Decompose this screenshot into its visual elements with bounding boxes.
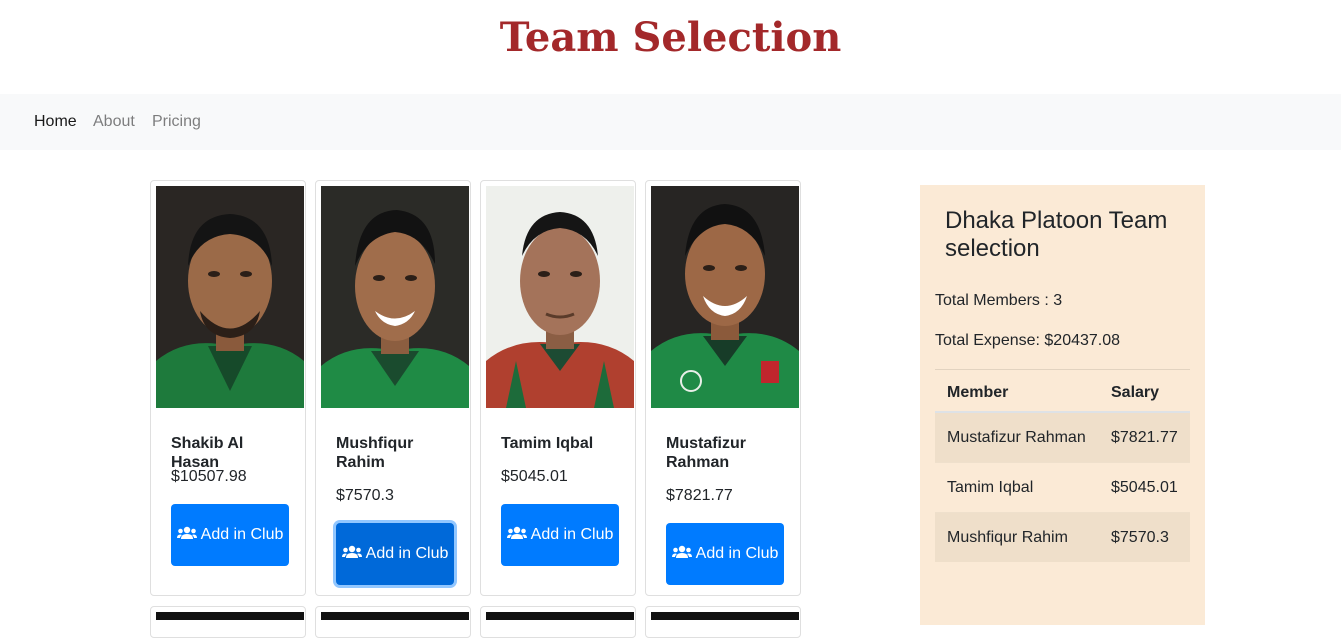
player-photo [156, 612, 304, 620]
users-icon [176, 526, 197, 539]
users-icon [506, 526, 527, 539]
add-button-label: Add in Club [365, 545, 449, 562]
add-button-label: Add in Club [695, 545, 779, 562]
divider [935, 369, 1190, 370]
player-card: Shakib Al Hasan $10507.98 Add in Club [150, 180, 306, 596]
player-card [480, 606, 636, 638]
team-summary-panel: Dhaka Platoon Team selection Total Membe… [920, 185, 1205, 625]
player-salary: $5045.01 [501, 468, 568, 485]
add-in-club-button[interactable]: Add in Club [171, 504, 289, 566]
player-photo [156, 186, 304, 408]
player-salary: $7570.3 [336, 487, 394, 504]
panel-title: Dhaka Platoon Team selection [945, 207, 1168, 262]
member-salary-cell: $7570.3 [1099, 512, 1190, 562]
nav-home-link[interactable]: Home [34, 113, 77, 131]
column-header-member: Member [935, 375, 1099, 413]
total-members: Total Members : 3 [935, 292, 1063, 309]
users-icon [341, 545, 362, 558]
player-photo [651, 186, 799, 408]
player-card [315, 606, 471, 638]
player-photo [486, 186, 634, 408]
player-card: Mustafizur Rahman $7821.77 Add in Club [645, 180, 801, 596]
total-expense: Total Expense: $20437.08 [935, 332, 1121, 349]
player-card: Tamim Iqbal $5045.01 Add in Club [480, 180, 636, 596]
navbar: Home About Pricing [0, 94, 1341, 150]
table-row: Mushfiqur Rahim $7570.3 [935, 512, 1190, 562]
add-in-club-button[interactable]: Add in Club [501, 504, 619, 566]
column-header-salary: Salary [1099, 375, 1190, 413]
add-in-club-button[interactable]: Add in Club [666, 523, 784, 585]
member-name-cell: Mushfiqur Rahim [935, 512, 1099, 562]
add-button-label: Add in Club [200, 526, 284, 543]
player-photo [651, 612, 799, 620]
player-card [645, 606, 801, 638]
add-in-club-button[interactable]: Add in Club [336, 523, 454, 585]
player-salary: $10507.98 [171, 468, 247, 485]
player-name: Mushfiqur Rahim [336, 435, 414, 471]
member-salary-cell: $5045.01 [1099, 462, 1190, 513]
members-table: Member Salary Mustafizur Rahman $7821.77… [935, 375, 1190, 562]
table-row: Tamim Iqbal $5045.01 [935, 462, 1190, 513]
player-photo [486, 612, 634, 620]
table-row: Mustafizur Rahman $7821.77 [935, 411, 1190, 463]
nav-pricing-link[interactable]: Pricing [152, 113, 201, 131]
player-name: Mustafizur Rahman [666, 435, 746, 471]
add-button-label: Add in Club [530, 526, 614, 543]
player-photo [321, 612, 469, 620]
player-card: Mushfiqur Rahim $7570.3 Add in Club [315, 180, 471, 596]
page-title: Team Selection [499, 14, 842, 61]
player-salary: $7821.77 [666, 487, 733, 504]
player-name: Tamim Iqbal [501, 435, 594, 452]
player-card [150, 606, 306, 638]
users-icon [671, 545, 692, 558]
member-name-cell: Tamim Iqbal [935, 462, 1099, 513]
nav-about-link[interactable]: About [93, 113, 135, 131]
member-name-cell: Mustafizur Rahman [935, 411, 1099, 463]
player-name: Shakib Al Hasan [171, 435, 244, 471]
player-photo [321, 186, 469, 408]
table-header-row: Member Salary [935, 375, 1190, 413]
member-salary-cell: $7821.77 [1099, 411, 1190, 463]
